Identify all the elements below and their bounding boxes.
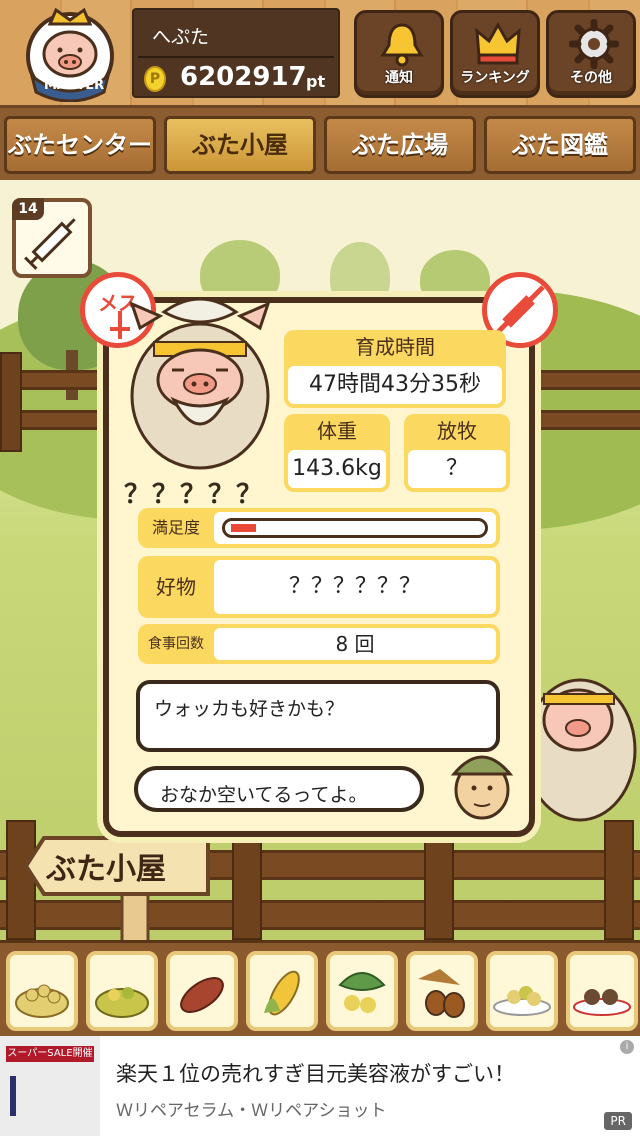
food-button-acorn[interactable] <box>406 951 478 1031</box>
pig-speech-bubble: ウォッカも好きかも？ <box>136 680 500 752</box>
satisfaction-label: 満足度 <box>151 518 200 537</box>
farmer-speech-text: おなか空いてるってよ。 <box>160 784 368 806</box>
main-tabs: ぶたセンター ぶた小屋 ぶた広場 ぶた図鑑 <box>0 108 640 180</box>
coin-icon: P <box>144 66 166 92</box>
other-button[interactable]: その他 <box>546 10 636 98</box>
food-button-meatball-plate[interactable] <box>566 951 638 1031</box>
food-button-grain-plate[interactable] <box>486 951 558 1031</box>
food-button-grain[interactable] <box>6 951 78 1031</box>
pig-speech-text: ウォッカも好きかも？ <box>154 698 345 720</box>
raising-time-value: 47時間43分35秒 <box>288 366 502 404</box>
tab-buta-zukan[interactable]: ぶた図鑑 <box>484 116 636 174</box>
bell-icon <box>380 23 424 67</box>
sweet-potato-icon <box>180 977 224 1013</box>
food-button-corn[interactable] <box>246 951 318 1031</box>
ad-title: 楽天１位の売れすぎ目元美容液がすごい！ <box>116 1062 515 1086</box>
fence-post <box>232 830 262 940</box>
favorite-row: 好物 ？？？？？？ <box>138 556 500 618</box>
food-button-vegetable[interactable] <box>326 951 398 1031</box>
rank-badge[interactable]: MASTER <box>14 6 126 103</box>
ad-pr-badge: PR <box>604 1112 632 1130</box>
fence-post <box>424 830 454 940</box>
points-unit: pt <box>306 72 326 91</box>
notification-label: 通知 <box>385 70 413 86</box>
weight-value: 143.6kg <box>288 450 386 488</box>
notification-button[interactable]: 通知 <box>354 10 444 98</box>
gear-icon <box>569 19 619 69</box>
satisfaction-fill <box>231 524 256 532</box>
grain-mixed-icon <box>95 987 149 1018</box>
raising-time-box: 育成時間 47時間43分35秒 <box>284 330 506 408</box>
points-value: 6202917 <box>180 62 307 92</box>
meatball-plate-icon <box>573 989 631 1016</box>
corn-icon <box>264 970 300 1016</box>
ad-subtitle: Ｗリペアセラム・Ｗリペアショット <box>116 1101 387 1121</box>
meals-value: 8 回 <box>214 628 496 660</box>
food-button-sweet-potato[interactable] <box>166 951 238 1031</box>
grazing-value: ？ <box>408 450 506 488</box>
farmer-avatar <box>450 755 514 820</box>
rank-label: MASTER <box>44 78 105 93</box>
divider <box>138 56 334 58</box>
food-bar <box>0 940 640 1036</box>
crown-icon <box>475 21 521 65</box>
weight-box: 体重 143.6kg <box>284 414 390 492</box>
header-bar: MASTER へぷた P 6202917 pt 通知 ランキング その他 <box>0 0 640 108</box>
grain-icon <box>15 984 69 1018</box>
pig-character-background[interactable] <box>520 650 640 830</box>
farmer-speech-bubble: おなか空いてるってよ。 <box>134 766 424 812</box>
favorite-label: 好物 <box>156 575 196 599</box>
grazing-box: 放牧 ？ <box>404 414 510 492</box>
ranking-label: ランキング <box>460 70 530 86</box>
grazing-label: 放牧 <box>437 419 477 443</box>
meals-label: 食事回数 <box>148 636 204 652</box>
satisfaction-bar <box>222 518 488 538</box>
food-button-mixed-grain[interactable] <box>86 951 158 1031</box>
pig-name: ？？？？？ <box>124 480 265 510</box>
ad-sale-banner: スーパーSALE開催 <box>6 1046 94 1062</box>
ad-info-icon[interactable]: i <box>620 1040 634 1054</box>
tab-buta-center[interactable]: ぶたセンター <box>4 116 156 174</box>
fence-post <box>604 820 634 940</box>
player-name: へぷた <box>152 26 210 48</box>
grain-plate-icon <box>493 986 551 1016</box>
favorite-value: ？？？？？？ <box>214 560 496 614</box>
satisfaction-row: 満足度 <box>138 508 500 548</box>
ad-banner[interactable]: スーパーSALE開催 楽天１位の売れすぎ目元美容液がすごい！ Ｗリペアセラム・Ｗ… <box>0 1036 640 1136</box>
item-count: 14 <box>12 198 44 220</box>
tab-buta-hiroba[interactable]: ぶた広場 <box>324 116 476 174</box>
raising-time-label: 育成時間 <box>355 335 435 359</box>
player-info: へぷた P 6202917 pt <box>132 8 340 98</box>
other-label: その他 <box>570 70 612 86</box>
satisfaction-track <box>214 512 496 544</box>
ranking-button[interactable]: ランキング <box>450 10 540 98</box>
tab-buta-koya[interactable]: ぶた小屋 <box>164 116 316 174</box>
meals-row: 食事回数 8 回 <box>138 624 500 664</box>
ad-product-image <box>10 1076 16 1116</box>
barn-sign-label: ぶた小屋 <box>46 852 166 887</box>
vegetable-icon <box>338 972 386 1013</box>
ad-image: スーパーSALE開催 <box>0 1036 100 1136</box>
weight-label: 体重 <box>317 419 357 443</box>
fence-post <box>0 352 22 452</box>
acorn-icon <box>418 969 465 1018</box>
pig-character[interactable] <box>120 292 280 472</box>
syringe-item-slot[interactable]: 14 <box>12 198 92 278</box>
